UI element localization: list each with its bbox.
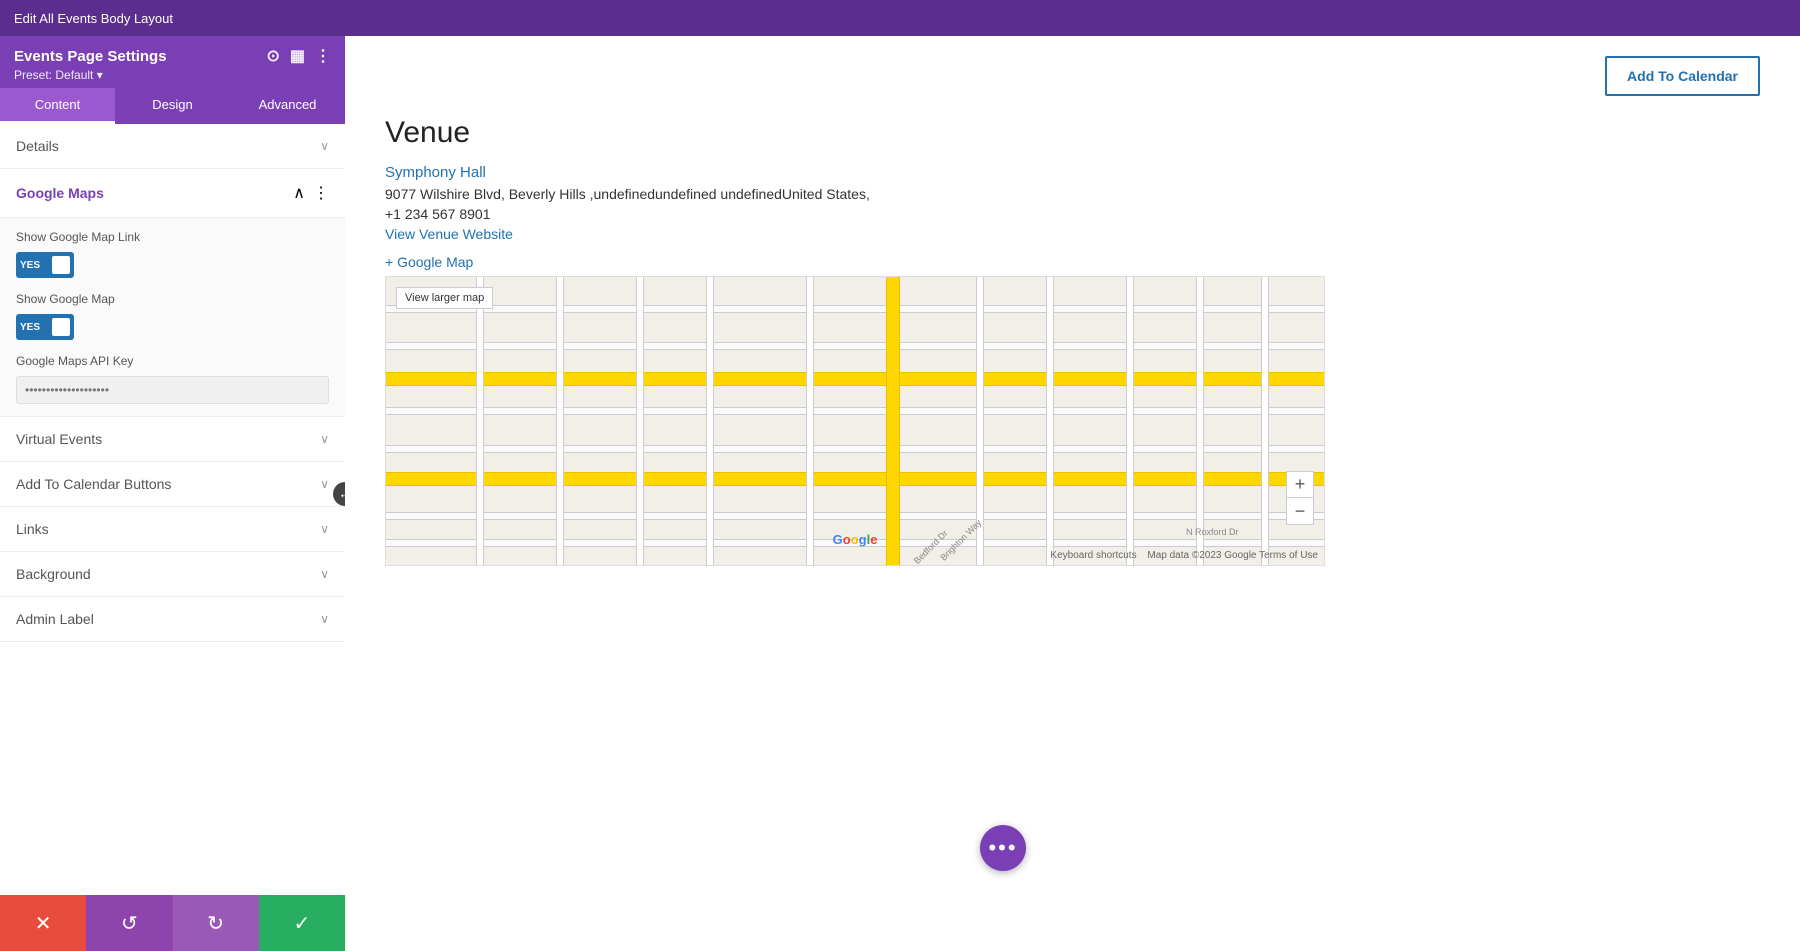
google-maps-expand-icon[interactable]: ∧ <box>293 183 305 203</box>
zoom-in-button[interactable]: + <box>1287 472 1313 498</box>
toggle2-yes-label: YES <box>20 322 40 333</box>
map-attribution: Keyboard shortcuts Map data ©2023 Google… <box>1050 550 1318 561</box>
section-background[interactable]: Background ∨ <box>0 552 345 597</box>
top-bar-title: Edit All Events Body Layout <box>14 11 173 26</box>
sidebar-header-title-row: Events Page Settings ⊙ ▦ ⋮ <box>14 46 331 66</box>
venue-title: Venue <box>385 116 1760 150</box>
tab-advanced[interactable]: Advanced <box>230 88 345 124</box>
venue-name-link[interactable]: Symphony Hall <box>385 164 486 181</box>
section-links-label: Links <box>16 521 49 537</box>
map-grid: The Cheesecake Factory 🔶 Whole Foods Mar… <box>386 277 1324 565</box>
add-to-calendar-button[interactable]: Add To Calendar <box>1605 56 1760 96</box>
tab-design[interactable]: Design <box>115 88 230 124</box>
toggle-yes-label: YES <box>20 260 40 271</box>
top-bar: Edit All Events Body Layout <box>0 0 1800 36</box>
api-key-input[interactable] <box>16 376 329 404</box>
google-maps-title: Google Maps <box>16 185 104 201</box>
tab-content[interactable]: Content <box>0 88 115 124</box>
section-details-label: Details <box>16 138 59 154</box>
google-maps-controls: ∧ ⋮ <box>293 183 329 203</box>
section-google-maps-header: Google Maps ∧ ⋮ <box>0 169 345 218</box>
show-google-map-link-row: YES <box>16 252 329 278</box>
section-details-chevron: ∨ <box>320 139 329 153</box>
google-maps-more-icon[interactable]: ⋮ <box>313 183 329 203</box>
google-logo: Google <box>833 532 878 547</box>
focus-icon[interactable]: ⊙ <box>266 46 279 66</box>
api-key-label: Google Maps API Key <box>16 354 329 368</box>
sidebar-preset[interactable]: Preset: Default ▾ <box>14 68 331 82</box>
section-virtual-events-label: Virtual Events <box>16 431 102 447</box>
redo-button[interactable]: ↻ <box>173 895 259 951</box>
bottom-bar: ✕ ↺ ↻ ✓ <box>0 895 345 951</box>
section-virtual-events-chevron: ∨ <box>320 432 329 446</box>
main-layout: Events Page Settings ⊙ ▦ ⋮ Preset: Defau… <box>0 36 1800 951</box>
section-add-to-calendar[interactable]: Add To Calendar Buttons ∨ <box>0 462 345 507</box>
show-google-map-link-toggle[interactable]: YES <box>16 252 74 278</box>
sidebar-tabs: Content Design Advanced <box>0 88 345 124</box>
map-data-attribution: Map data ©2023 Google Terms of Use <box>1147 550 1318 561</box>
section-links-chevron: ∨ <box>320 522 329 536</box>
sidebar-title: Events Page Settings <box>14 48 167 65</box>
venue-section: Venue Symphony Hall 9077 Wilshire Blvd, … <box>385 116 1760 566</box>
section-admin-label-label: Admin Label <box>16 611 94 627</box>
undo-button[interactable]: ↺ <box>86 895 172 951</box>
floating-action-button[interactable]: ••• <box>980 825 1026 871</box>
sidebar: Events Page Settings ⊙ ▦ ⋮ Preset: Defau… <box>0 36 345 951</box>
show-google-map-label: Show Google Map <box>16 292 329 306</box>
save-button[interactable]: ✓ <box>259 895 345 951</box>
venue-address: 9077 Wilshire Blvd, Beverly Hills ,undef… <box>385 186 1760 202</box>
show-google-map-toggle[interactable]: YES <box>16 314 74 340</box>
keyboard-shortcuts-link[interactable]: Keyboard shortcuts <box>1050 550 1136 561</box>
sidebar-content: Details ∨ Google Maps ∧ ⋮ Show Google Ma… <box>0 124 345 895</box>
google-maps-content: Show Google Map Link YES Show Google Map… <box>0 218 345 417</box>
toggle-knob <box>52 256 70 274</box>
map-container: The Cheesecake Factory 🔶 Whole Foods Mar… <box>385 276 1325 566</box>
sidebar-header: Events Page Settings ⊙ ▦ ⋮ Preset: Defau… <box>0 36 345 88</box>
section-add-to-calendar-chevron: ∨ <box>320 477 329 491</box>
map-view-larger-button[interactable]: View larger map <box>396 287 493 309</box>
section-background-label: Background <box>16 566 91 582</box>
show-google-map-row: YES <box>16 314 329 340</box>
section-details[interactable]: Details ∨ <box>0 124 345 169</box>
venue-phone: +1 234 567 8901 <box>385 206 1760 222</box>
more-options-icon[interactable]: ⋮ <box>315 46 331 66</box>
zoom-out-button[interactable]: − <box>1287 498 1313 524</box>
toggle2-knob <box>52 318 70 336</box>
section-admin-label[interactable]: Admin Label ∨ <box>0 597 345 642</box>
google-map-link[interactable]: + Google Map <box>385 254 1760 270</box>
section-virtual-events[interactable]: Virtual Events ∨ <box>0 417 345 462</box>
section-admin-label-chevron: ∨ <box>320 612 329 626</box>
section-add-to-calendar-label: Add To Calendar Buttons <box>16 476 171 492</box>
show-google-map-link-label: Show Google Map Link <box>16 230 329 244</box>
close-button[interactable]: ✕ <box>0 895 86 951</box>
section-background-chevron: ∨ <box>320 567 329 581</box>
map-zoom-controls: + − <box>1286 471 1314 525</box>
sidebar-header-icons: ⊙ ▦ ⋮ <box>266 46 331 66</box>
section-links[interactable]: Links ∨ <box>0 507 345 552</box>
columns-icon[interactable]: ▦ <box>290 46 305 66</box>
venue-website-link[interactable]: View Venue Website <box>385 226 513 242</box>
main-content: Add To Calendar Venue Symphony Hall 9077… <box>345 36 1800 951</box>
